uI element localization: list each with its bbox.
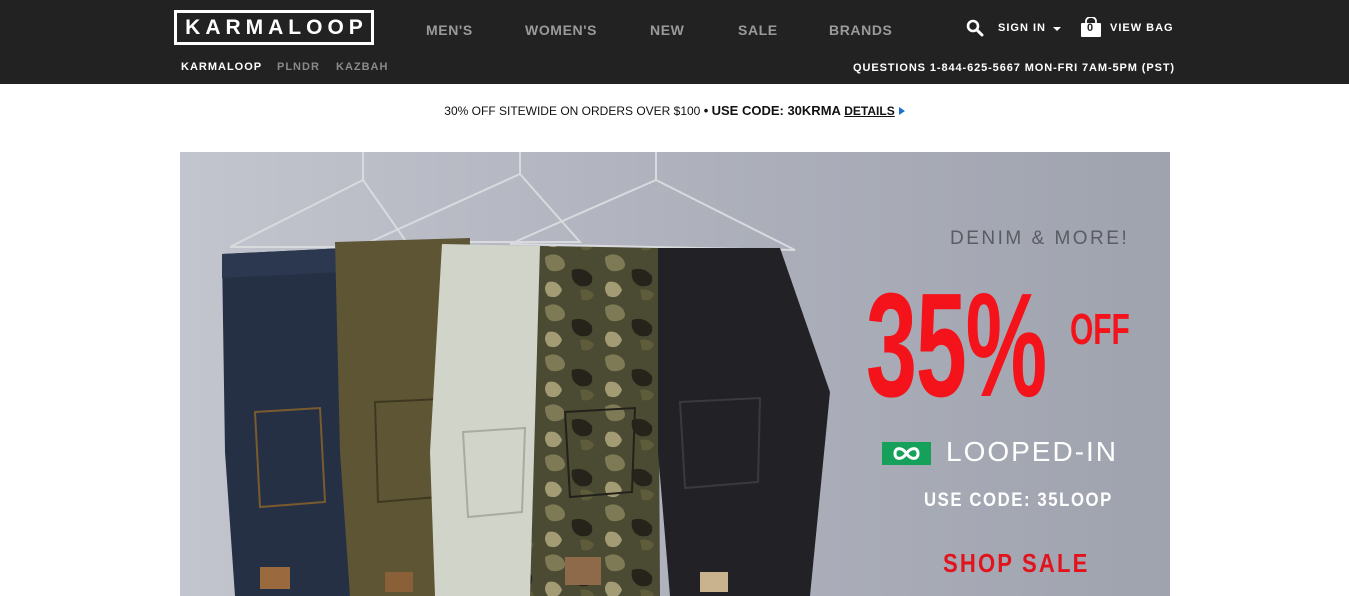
contact-info: QUESTIONS 1-844-625-5667 MON-FRI 7AM-5PM… — [853, 62, 1175, 74]
bag-count: 0 — [1086, 22, 1094, 34]
site-header: KARMALOOP MEN'S WOMEN'S NEW SALE BRANDS … — [0, 0, 1349, 84]
promo-code: USE CODE: 30KRMA — [711, 103, 841, 118]
view-bag-link[interactable]: VIEW BAG — [1110, 22, 1174, 34]
promo-banner: 30% OFF SITEWIDE ON ORDERS OVER $100 • U… — [0, 103, 1349, 118]
shop-sale-button[interactable]: SHOP SALE — [943, 548, 1089, 579]
search-icon[interactable] — [966, 19, 984, 37]
hero-off-label: OFF — [1070, 305, 1130, 354]
nav-sale[interactable]: SALE — [738, 20, 778, 40]
promo-lead: 30% OFF SITEWIDE ON ORDERS OVER $100 — [444, 104, 701, 118]
subnav-plndr[interactable]: PLNDR — [277, 61, 320, 73]
nav-mens[interactable]: MEN'S — [426, 20, 473, 40]
promo-details-link[interactable]: DETAILS — [844, 104, 894, 118]
hero-code: USE CODE: 35LOOP — [924, 490, 1113, 511]
karmaloop-logo[interactable]: KARMALOOP — [174, 10, 374, 45]
hero-eyebrow: DENIM & MORE! — [950, 228, 1130, 249]
looped-in-label: LOOPED-IN — [946, 436, 1119, 467]
nav-new[interactable]: NEW — [650, 20, 684, 40]
nav-brands[interactable]: BRANDS — [829, 20, 893, 40]
sign-in-link[interactable]: SIGN IN — [998, 22, 1046, 34]
hero-banner[interactable]: DENIM & MORE! 35% OFF LOOPED-IN USE CODE… — [180, 152, 1170, 596]
nav-womens[interactable]: WOMEN'S — [525, 20, 597, 40]
play-arrow-icon[interactable] — [898, 107, 905, 115]
subnav-kazbah[interactable]: KAZBAH — [336, 61, 388, 73]
promo-separator: • — [703, 103, 709, 118]
chevron-down-icon[interactable] — [1053, 27, 1061, 31]
subnav-karmaloop[interactable]: KARMALOOP — [181, 61, 262, 73]
infinity-icon — [882, 442, 931, 465]
hero-discount: 35% — [866, 263, 1047, 428]
